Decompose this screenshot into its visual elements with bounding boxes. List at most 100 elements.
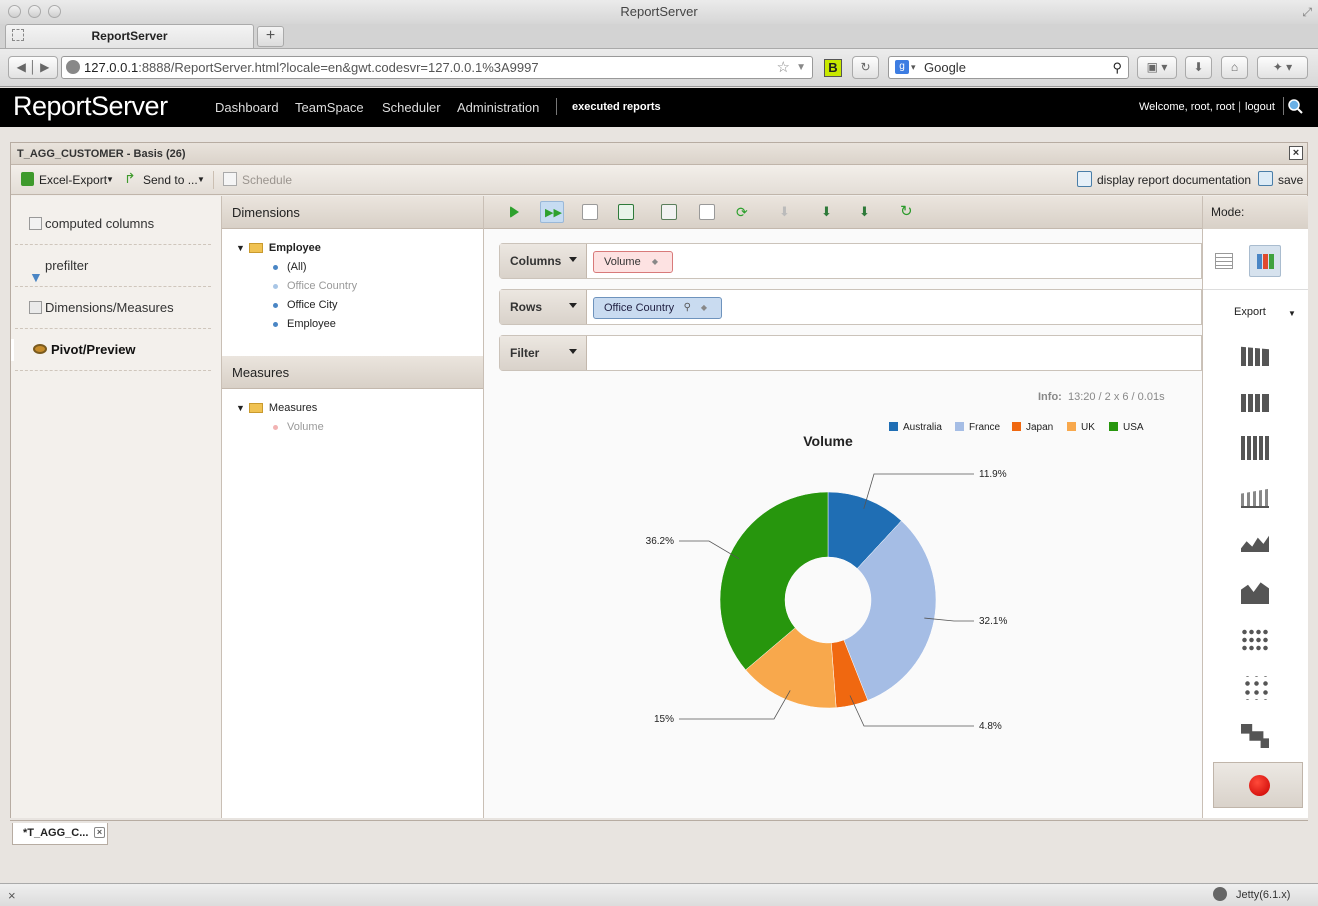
extensions-button[interactable]: ✦ ▾ xyxy=(1257,56,1308,79)
back-icon[interactable]: ◀ xyxy=(17,60,26,74)
url-history-dropdown-icon[interactable]: ▼ xyxy=(796,57,806,78)
bookmark-star-icon[interactable]: ☆ xyxy=(777,57,790,78)
tree-node-measures[interactable]: ▼ Measures xyxy=(236,402,324,421)
dimensions-header: Dimensions xyxy=(222,196,483,229)
expand-icon[interactable]: ▼ xyxy=(236,403,245,413)
filter-dropzone[interactable]: Filter xyxy=(499,335,1202,371)
nav-scheduler[interactable]: Scheduler xyxy=(382,100,441,115)
nav-teamspace[interactable]: TeamSpace xyxy=(295,100,364,115)
sidebar-item-pivot-preview[interactable]: Pivot/Preview xyxy=(11,329,211,371)
multi-bar-icon[interactable] xyxy=(1241,488,1269,508)
rows-dropzone[interactable]: Rows Office Country ⚲ ◆ xyxy=(499,289,1202,325)
legend-label[interactable]: France xyxy=(969,422,1001,433)
legend-label[interactable]: UK xyxy=(1081,422,1095,433)
dot-chart-icon[interactable] xyxy=(1241,628,1269,652)
legend-label[interactable]: USA xyxy=(1123,422,1144,433)
search-field[interactable]: g ▾ Google ⚲ xyxy=(888,56,1129,79)
new-tab-button[interactable]: + xyxy=(257,26,284,47)
drill-icon[interactable] xyxy=(618,204,634,220)
nav-executed-reports[interactable]: executed reports xyxy=(572,101,661,113)
measures-header: Measures xyxy=(222,356,483,389)
logout-link[interactable]: logout xyxy=(1245,101,1275,113)
back-forward-buttons[interactable]: ◀ │ ▶ xyxy=(8,56,58,79)
browser-tab[interactable]: ReportServer xyxy=(5,24,254,48)
search-icon[interactable] xyxy=(1287,98,1303,114)
pie-mode-button[interactable] xyxy=(1213,762,1303,808)
excel-export-dropdown-icon[interactable]: ▼ xyxy=(106,175,114,184)
refresh-icon[interactable]: ⟳ xyxy=(736,204,752,220)
bookmark-badge-icon[interactable]: B xyxy=(824,59,842,77)
fullscreen-icon[interactable]: ⤢ xyxy=(1302,0,1312,24)
close-window-button[interactable] xyxy=(8,5,21,18)
report-tab[interactable]: *T_AGG_C... × xyxy=(12,823,108,845)
save-button[interactable]: save xyxy=(1278,173,1303,187)
search-icon[interactable]: ⚲ xyxy=(684,298,691,318)
filter-dropdown-icon[interactable] xyxy=(569,349,577,354)
sidebar-item-prefilter[interactable]: ▼ prefilter xyxy=(15,245,211,287)
downloads-button[interactable]: ⬇ xyxy=(1185,56,1212,79)
grouped-bar-icon[interactable] xyxy=(1241,394,1269,412)
export-menu[interactable]: Export ▼ xyxy=(1234,306,1296,318)
data-label: 32.1% xyxy=(979,616,1007,627)
step-chart-icon[interactable] xyxy=(1241,724,1269,748)
forward-icon[interactable]: ▶ xyxy=(40,60,49,74)
export-dropdown-icon[interactable]: ▼ xyxy=(1288,309,1296,318)
schedule-button[interactable]: Schedule xyxy=(242,173,292,187)
table-mode-icon[interactable] xyxy=(1215,253,1233,269)
tree-item[interactable]: (All) xyxy=(236,261,357,280)
hide-empty-icon[interactable] xyxy=(699,204,715,220)
reset-icon[interactable]: ↻ xyxy=(900,204,916,220)
office-country-chip[interactable]: Office Country ⚲ ◆ xyxy=(593,297,722,319)
send-to-button[interactable]: Send to ... xyxy=(143,173,198,187)
run-all-button[interactable]: ▶▶ xyxy=(540,201,564,223)
layout-icon[interactable] xyxy=(582,204,598,220)
tree-item[interactable]: Office City xyxy=(236,299,357,318)
zoom-window-button[interactable] xyxy=(48,5,61,18)
rows-dropdown-icon[interactable] xyxy=(569,303,577,308)
report-toolbar: Excel-Export ▼ ↱ Send to ... ▼ Schedule … xyxy=(11,165,1307,195)
excel-export-button[interactable]: Excel-Export xyxy=(39,173,107,187)
sort-descending-icon[interactable]: ⬇ xyxy=(859,204,875,220)
legend-label[interactable]: Japan xyxy=(1026,422,1053,433)
sidebar-item-dimensions-measures[interactable]: Dimensions/Measures xyxy=(15,287,211,329)
area-chart-icon[interactable] xyxy=(1241,582,1269,604)
close-tab-icon[interactable]: × xyxy=(94,827,105,838)
volume-chip[interactable]: Volume ◆ xyxy=(593,251,673,273)
close-report-icon[interactable]: × xyxy=(1289,146,1303,160)
search-engine-dropdown-icon[interactable]: ▾ xyxy=(911,57,916,78)
sort-toggle-icon[interactable]: ◆ xyxy=(652,252,658,272)
columns-dropzone[interactable]: Columns Volume ◆ xyxy=(499,243,1202,279)
sort-ascending-icon[interactable]: ⬇ xyxy=(821,204,837,220)
legend-label[interactable]: Australia xyxy=(903,422,942,433)
tree-item[interactable]: Employee xyxy=(236,318,357,337)
tree-node-employee[interactable]: ▼ Employee xyxy=(236,242,357,261)
reload-button[interactable]: ↻ xyxy=(852,56,879,79)
google-icon[interactable]: g xyxy=(895,60,909,74)
run-icon[interactable] xyxy=(510,206,519,218)
nav-dashboard[interactable]: Dashboard xyxy=(215,100,279,115)
url-bar[interactable]: 127.0.0.1:8888/ReportServer.html?locale=… xyxy=(61,56,813,79)
line-chart-icon[interactable] xyxy=(1241,535,1269,552)
sort-toggle-icon[interactable]: ◆ xyxy=(701,298,707,318)
close-status-icon[interactable]: × xyxy=(8,888,16,903)
bookmarks-menu-button[interactable]: ▣ ▾ xyxy=(1137,56,1177,79)
minimize-window-button[interactable] xyxy=(28,5,41,18)
columns-dropdown-icon[interactable] xyxy=(569,257,577,262)
app-logo[interactable]: ReportServer xyxy=(13,91,168,122)
swap-axes-icon[interactable] xyxy=(661,204,677,220)
chart-mode-button[interactable] xyxy=(1249,245,1281,277)
display-documentation-button[interactable]: display report documentation xyxy=(1097,173,1251,187)
tree-item[interactable]: Office Country xyxy=(236,280,357,299)
search-icon[interactable]: ⚲ xyxy=(1112,57,1122,78)
expand-icon[interactable]: ▼ xyxy=(236,243,245,253)
send-to-dropdown-icon[interactable]: ▼ xyxy=(197,175,205,184)
home-button[interactable]: ⌂ xyxy=(1221,56,1248,79)
scatter-chart-icon[interactable] xyxy=(1241,676,1269,700)
info-label: Info: xyxy=(1038,391,1062,403)
stacked-bar-icon[interactable] xyxy=(1241,436,1269,460)
site-info-icon[interactable] xyxy=(66,60,80,74)
nav-administration[interactable]: Administration xyxy=(457,100,539,115)
bar-chart-icon[interactable] xyxy=(1241,346,1269,366)
tree-item[interactable]: Volume xyxy=(236,421,324,440)
sidebar-item-computed-columns[interactable]: computed columns xyxy=(15,203,211,245)
